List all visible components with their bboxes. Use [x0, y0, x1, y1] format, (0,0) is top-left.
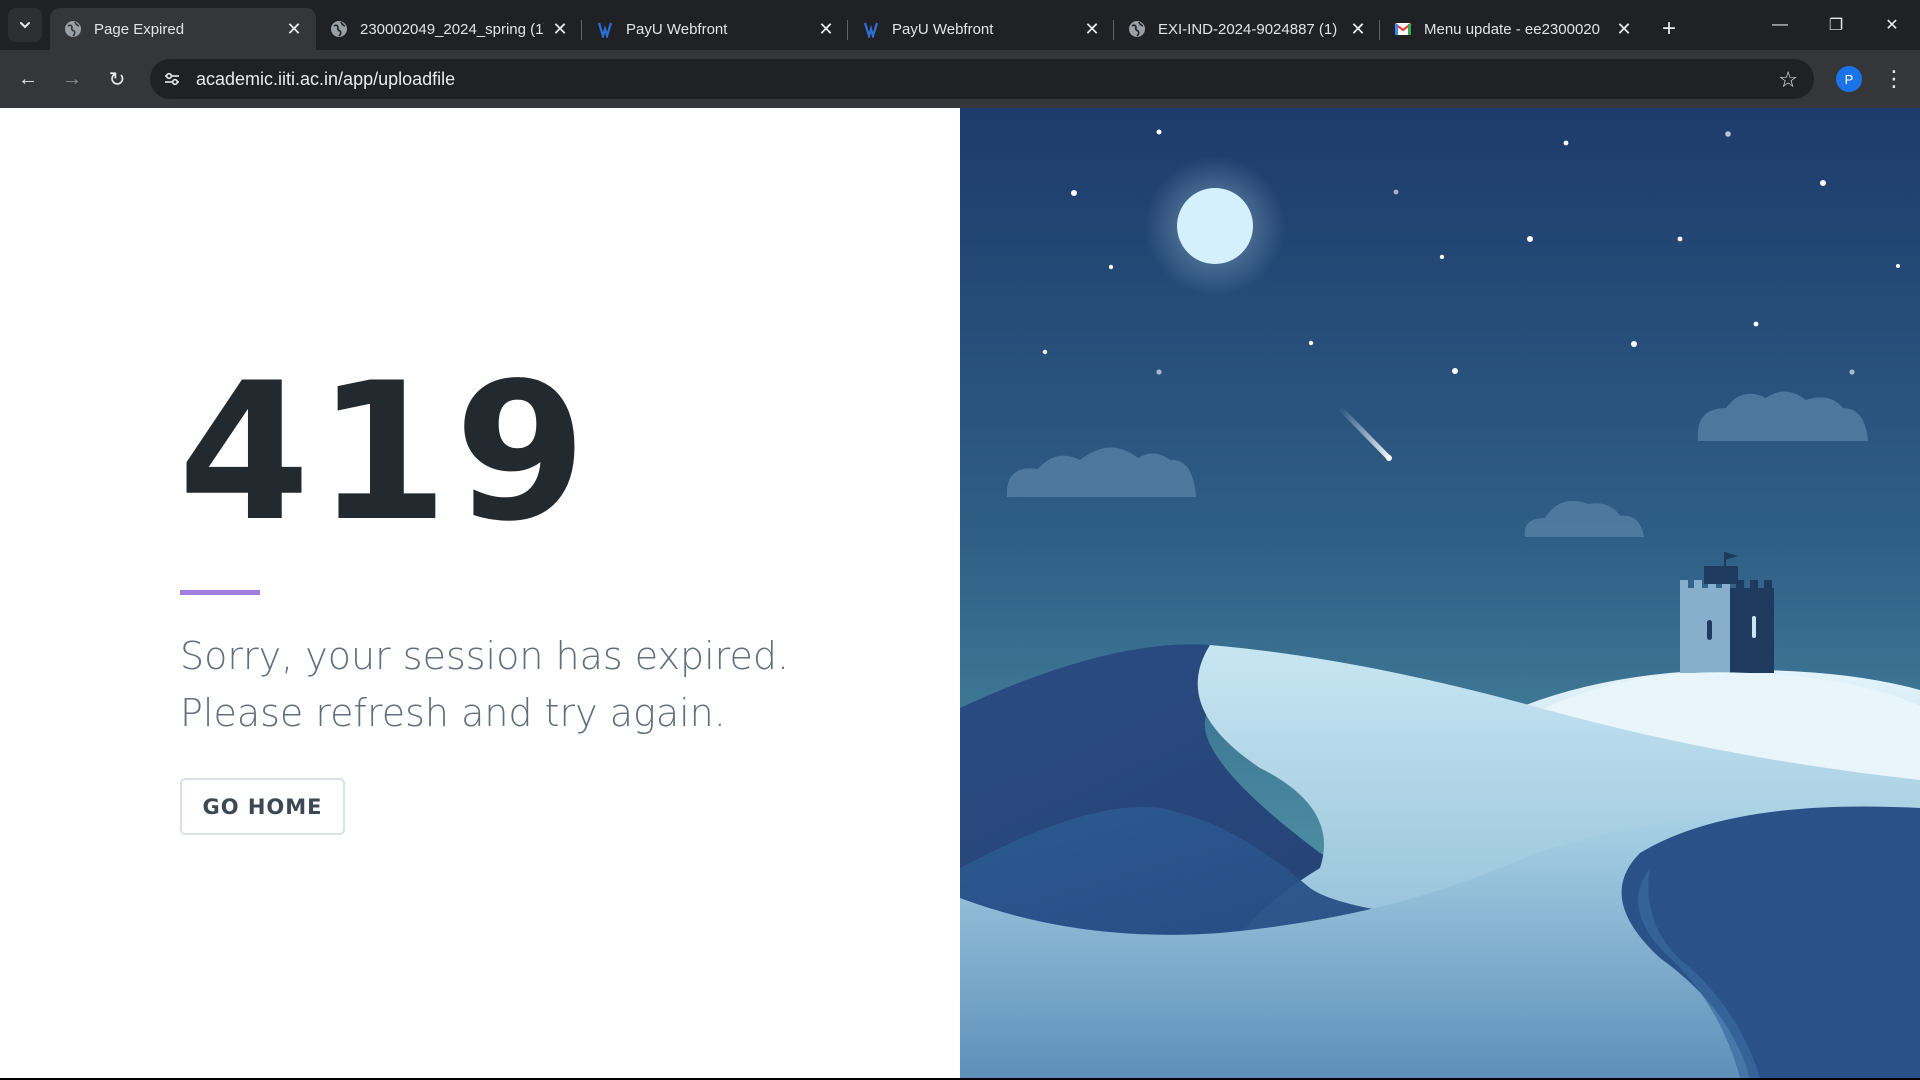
- tab-close-button[interactable]: ✕: [1348, 19, 1368, 39]
- tab-separator: [847, 20, 848, 40]
- bookmark-star-icon[interactable]: ☆: [1778, 67, 1798, 93]
- tab-strip: Page Expired ✕ 230002049_2024_spring (1)…: [0, 0, 1920, 50]
- minimize-button[interactable]: —: [1752, 0, 1808, 50]
- tab-search-button[interactable]: [8, 8, 42, 42]
- illustration-svg: [960, 108, 1920, 1078]
- address-bar[interactable]: academic.iiti.ac.in/app/uploadfile ☆: [150, 59, 1814, 99]
- chevron-down-icon: [20, 22, 30, 29]
- globe-icon: [64, 20, 82, 38]
- tab-title: Page Expired: [94, 20, 185, 38]
- payu-icon: [596, 20, 614, 38]
- night-desert-illustration: [960, 108, 1920, 1078]
- browser-menu-icon[interactable]: ⋮: [1882, 64, 1906, 94]
- tab-close-button[interactable]: ✕: [816, 19, 836, 39]
- tab-close-button[interactable]: ✕: [1614, 19, 1634, 39]
- forward-button[interactable]: →: [56, 63, 88, 95]
- tab-title: 230002049_2024_spring (1): [360, 20, 544, 38]
- window-controls: — ❐ ✕: [1752, 0, 1920, 50]
- error-code: 419: [178, 342, 593, 563]
- reload-button[interactable]: ↻: [101, 63, 133, 95]
- globe-icon: [1128, 20, 1146, 38]
- tab-close-button[interactable]: ✕: [550, 19, 570, 39]
- error-page: 419 Sorry, your session has expired. Ple…: [0, 108, 1920, 1078]
- tab-title: PayU Webfront: [892, 20, 994, 38]
- tab-title: Menu update - ee2300020: [1424, 20, 1600, 38]
- tab-separator: [1379, 20, 1380, 40]
- profile-avatar[interactable]: P: [1836, 66, 1862, 92]
- tab-separator: [581, 20, 582, 40]
- tab-payu-2[interactable]: PayU Webfront ✕: [847, 8, 1114, 50]
- go-home-button[interactable]: GO HOME: [180, 778, 345, 835]
- new-tab-button[interactable]: +: [1652, 12, 1686, 46]
- restore-button[interactable]: ❐: [1808, 0, 1864, 50]
- gmail-icon: [1394, 20, 1412, 38]
- tab-list: Page Expired ✕ 230002049_2024_spring (1)…: [50, 0, 1686, 50]
- moon: [1177, 188, 1253, 264]
- url-text: academic.iiti.ac.in/app/uploadfile: [196, 68, 456, 89]
- tab-page-expired[interactable]: Page Expired ✕: [50, 8, 316, 50]
- tab-spring-file[interactable]: 230002049_2024_spring (1) ✕: [316, 8, 582, 50]
- accent-divider: [180, 590, 260, 595]
- tab-close-button[interactable]: ✕: [284, 19, 304, 39]
- tab-gmail[interactable]: Menu update - ee2300020 ✕: [1379, 8, 1646, 50]
- close-window-button[interactable]: ✕: [1864, 0, 1920, 50]
- browser-toolbar: ← → ↻ academic.iiti.ac.in/app/uploadfile…: [0, 50, 1920, 108]
- error-content-panel: 419 Sorry, your session has expired. Ple…: [0, 108, 960, 1078]
- tab-exi-ind[interactable]: EXI-IND-2024-9024887 (1) ✕: [1113, 8, 1380, 50]
- payu-icon: [862, 20, 880, 38]
- error-message: Sorry, your session has expired. Please …: [180, 628, 880, 742]
- tab-title: PayU Webfront: [626, 20, 728, 38]
- tab-separator: [1113, 20, 1114, 40]
- site-info-icon[interactable]: [162, 69, 182, 89]
- error-message-line2: Please refresh and try again.: [180, 691, 726, 735]
- tab-close-button[interactable]: ✕: [1082, 19, 1102, 39]
- error-message-line1: Sorry, your session has expired.: [180, 634, 790, 678]
- tab-payu-1[interactable]: PayU Webfront ✕: [581, 8, 848, 50]
- back-button[interactable]: ←: [12, 63, 44, 95]
- tab-title: EXI-IND-2024-9024887 (1): [1158, 20, 1338, 38]
- globe-icon: [330, 20, 348, 38]
